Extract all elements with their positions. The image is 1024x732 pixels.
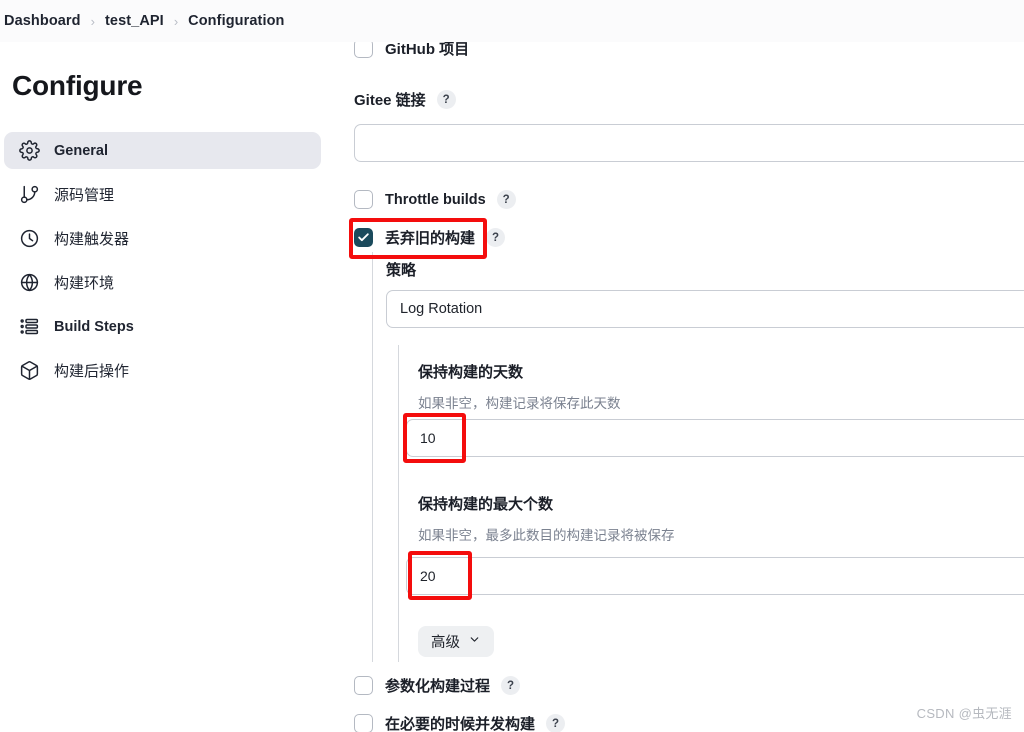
breadcrumb-separator-icon: › <box>90 13 95 29</box>
sidebar-item-label: 构建环境 <box>54 275 115 292</box>
gitee-link-label-row: Gitee 链接 ? <box>354 89 456 110</box>
discard-old-builds-help-icon[interactable]: ? <box>486 228 506 247</box>
advanced-button-label: 高级 <box>431 635 460 651</box>
chevron-down-icon <box>468 633 481 650</box>
concurrent-build-row: 在必要的时候并发构建 ? <box>354 713 566 732</box>
sidebar-item-label: Build Steps <box>54 318 134 335</box>
throttle-builds-label: Throttle builds <box>385 191 486 208</box>
days-to-keep-description: 如果非空，构建记录将保存此天数 <box>418 396 621 411</box>
concurrent-build-checkbox[interactable] <box>354 714 373 732</box>
sidebar-item-label: General <box>54 142 108 159</box>
gitee-link-label: Gitee 链接 <box>354 92 426 109</box>
strategy-select[interactable]: Log Rotation <box>386 290 1024 328</box>
app-root: Dashboard › test_API › Configuration Con… <box>0 0 1024 732</box>
gear-icon <box>18 140 40 162</box>
page-title: Configure <box>12 70 143 101</box>
clock-icon <box>18 228 40 250</box>
throttle-builds-checkbox[interactable] <box>354 190 373 209</box>
configuration-form: GitHub 项目 Gitee 链接 ? Throttle builds ? 丢… <box>334 0 1024 732</box>
gitee-link-input[interactable] <box>354 124 1024 162</box>
max-builds-description: 如果非空，最多此数目的构建记录将被保存 <box>418 528 675 543</box>
max-builds-label: 保持构建的最大个数 <box>418 496 554 513</box>
parameterized-build-checkbox[interactable] <box>354 676 373 695</box>
sidebar-item-build-triggers[interactable]: 构建触发器 <box>4 220 321 257</box>
breadcrumb-item-configuration[interactable]: Configuration <box>188 13 284 29</box>
indent-guide-outer <box>372 252 373 662</box>
sidebar-item-build-environment[interactable]: 构建环境 <box>4 264 321 301</box>
sidebar-item-label: 构建后操作 <box>54 363 130 380</box>
git-branch-icon <box>18 184 40 206</box>
discard-old-builds-checkbox[interactable] <box>354 228 373 247</box>
sidebar-nav-list: General 源码管理 构建触发器 构建环境 Build Steps 构建后操… <box>0 132 334 396</box>
concurrent-build-label: 在必要的时候并发构建 <box>385 716 536 732</box>
breadcrumb: Dashboard › test_API › Configuration <box>0 0 1024 42</box>
strategy-label: 策略 <box>386 262 417 279</box>
gitee-link-help-icon[interactable]: ? <box>436 90 456 109</box>
advanced-button[interactable]: 高级 <box>418 626 494 657</box>
throttle-builds-row: Throttle builds ? <box>354 190 516 209</box>
days-to-keep-label: 保持构建的天数 <box>418 364 524 381</box>
indent-guide-inner <box>398 345 399 662</box>
breadcrumb-separator-icon: › <box>173 13 179 29</box>
sidebar-item-general[interactable]: General <box>4 132 321 169</box>
breadcrumb-item-dashboard[interactable]: Dashboard <box>4 13 81 29</box>
package-icon <box>18 360 40 382</box>
discard-old-builds-row: 丢弃旧的构建 ? <box>354 227 506 248</box>
discard-old-builds-label: 丢弃旧的构建 <box>385 230 476 247</box>
sidebar-item-label: 源码管理 <box>54 187 115 204</box>
throttle-builds-help-icon[interactable]: ? <box>496 190 516 209</box>
days-to-keep-input[interactable]: 10 <box>406 419 1024 457</box>
globe-icon <box>18 272 40 294</box>
list-steps-icon <box>18 316 40 338</box>
sidebar: Configure General 源码管理 构建触发器 构建环境 Build … <box>0 42 334 732</box>
watermark: CSDN @虫无涯 <box>916 706 1012 721</box>
parameterized-build-row: 参数化构建过程 ? <box>354 675 521 696</box>
max-builds-input[interactable]: 20 <box>406 557 1024 595</box>
parameterized-build-help-icon[interactable]: ? <box>501 676 521 695</box>
breadcrumb-item-test-api[interactable]: test_API <box>105 13 164 29</box>
concurrent-build-help-icon[interactable]: ? <box>546 714 566 732</box>
parameterized-build-label: 参数化构建过程 <box>385 678 491 695</box>
sidebar-item-label: 构建触发器 <box>54 231 130 248</box>
sidebar-item-post-build-actions[interactable]: 构建后操作 <box>4 352 321 389</box>
sidebar-item-build-steps[interactable]: Build Steps <box>4 308 321 345</box>
sidebar-item-source-code-management[interactable]: 源码管理 <box>4 176 321 213</box>
